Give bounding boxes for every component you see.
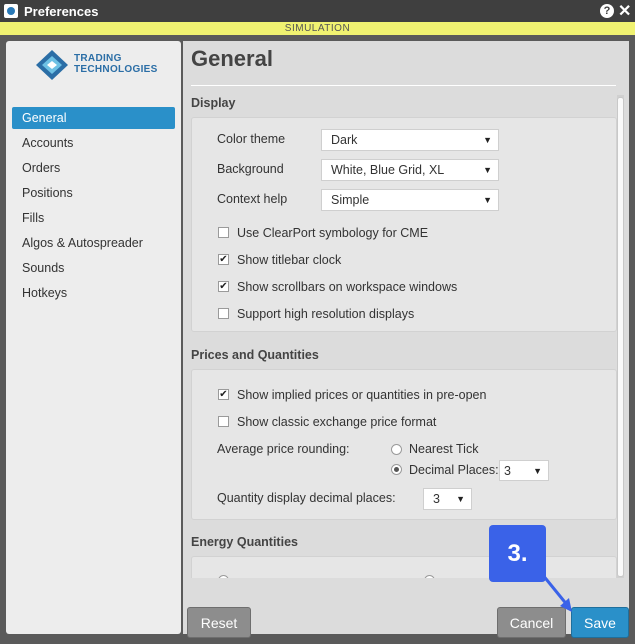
- titlebar-clock-label: Show titlebar clock: [237, 253, 342, 267]
- titlebar-clock-checkbox[interactable]: ✔: [218, 254, 229, 265]
- page-title: General: [191, 46, 273, 71]
- color-theme-label: Color theme: [217, 132, 286, 146]
- sidebar: [6, 41, 181, 634]
- chevron-down-icon: ▼: [483, 195, 492, 205]
- sidebar-item-accounts[interactable]: Accounts: [12, 132, 175, 154]
- decimal-places-radio[interactable]: [391, 464, 402, 475]
- workspace-scrollbars-checkbox[interactable]: ✔: [218, 281, 229, 292]
- energy-quantities-heading: Energy Quantities: [191, 535, 298, 549]
- prices-quantities-heading: Prices and Quantities: [191, 348, 319, 362]
- qty-decimal-places-value: 3: [433, 492, 440, 506]
- color-theme-value: Dark: [331, 133, 358, 147]
- avg-price-rounding-label: Average price rounding:: [217, 442, 350, 456]
- background-value: White, Blue Grid, XL: [331, 163, 445, 177]
- clearport-symbology-label: Use ClearPort symbology for CME: [237, 226, 429, 240]
- color-theme-select[interactable]: Dark ▼: [321, 129, 499, 151]
- save-button[interactable]: Save: [571, 607, 629, 638]
- step-arrow-icon: [540, 573, 572, 612]
- title-divider: [191, 85, 616, 86]
- simulation-banner: SIMULATION: [0, 22, 635, 35]
- decimal-places-label: Decimal Places:: [409, 463, 499, 477]
- logo-text-line1: TRADING: [74, 53, 122, 64]
- classic-price-format-checkbox[interactable]: [218, 416, 229, 427]
- reset-button[interactable]: Reset: [187, 607, 251, 638]
- chevron-down-icon: ▼: [483, 135, 492, 145]
- sidebar-item-sounds[interactable]: Sounds: [12, 257, 175, 279]
- sidebar-item-fills[interactable]: Fills: [12, 207, 175, 229]
- chevron-down-icon: ▼: [533, 466, 542, 476]
- chevron-down-icon: ▼: [483, 165, 492, 175]
- classic-price-format-label: Show classic exchange price format: [237, 415, 437, 429]
- app-icon: [4, 4, 18, 18]
- sidebar-item-general[interactable]: General: [12, 107, 175, 129]
- background-select[interactable]: White, Blue Grid, XL ▼: [321, 159, 499, 181]
- chevron-down-icon: ▼: [456, 494, 465, 504]
- nearest-tick-radio[interactable]: [391, 444, 402, 455]
- logo-text-line2: TECHNOLOGIES: [74, 64, 158, 75]
- workspace-scrollbars-label: Show scrollbars on workspace windows: [237, 280, 458, 294]
- nearest-tick-label: Nearest Tick: [409, 442, 479, 456]
- display-heading: Display: [191, 96, 236, 110]
- trading-technologies-logo-icon: [36, 50, 68, 80]
- implied-prices-label: Show implied prices or quantities in pre…: [237, 388, 487, 402]
- decimal-places-select[interactable]: 3 ▼: [499, 460, 549, 481]
- clearport-symbology-checkbox[interactable]: [218, 227, 229, 238]
- qty-decimal-places-select[interactable]: 3 ▼: [423, 488, 472, 510]
- window-title: Preferences: [24, 4, 99, 19]
- sidebar-item-hotkeys[interactable]: Hotkeys: [12, 282, 175, 304]
- qty-decimal-places-label: Quantity display decimal places:: [217, 491, 396, 505]
- help-icon[interactable]: ?: [600, 4, 614, 18]
- decimal-places-value: 3: [504, 464, 511, 478]
- sidebar-item-positions[interactable]: Positions: [12, 182, 175, 204]
- context-help-value: Simple: [331, 193, 370, 207]
- close-icon[interactable]: ✕: [618, 1, 631, 21]
- sidebar-item-algos-autospreader[interactable]: Algos & Autospreader: [12, 232, 175, 254]
- sidebar-item-orders[interactable]: Orders: [12, 157, 175, 179]
- context-help-select[interactable]: Simple ▼: [321, 189, 499, 211]
- scrollbar-thumb[interactable]: [617, 97, 624, 577]
- high-resolution-label: Support high resolution displays: [237, 307, 415, 321]
- context-help-label: Context help: [217, 192, 288, 206]
- implied-prices-checkbox[interactable]: ✔: [218, 389, 229, 400]
- high-resolution-checkbox[interactable]: [218, 308, 229, 319]
- background-label: Background: [217, 162, 284, 176]
